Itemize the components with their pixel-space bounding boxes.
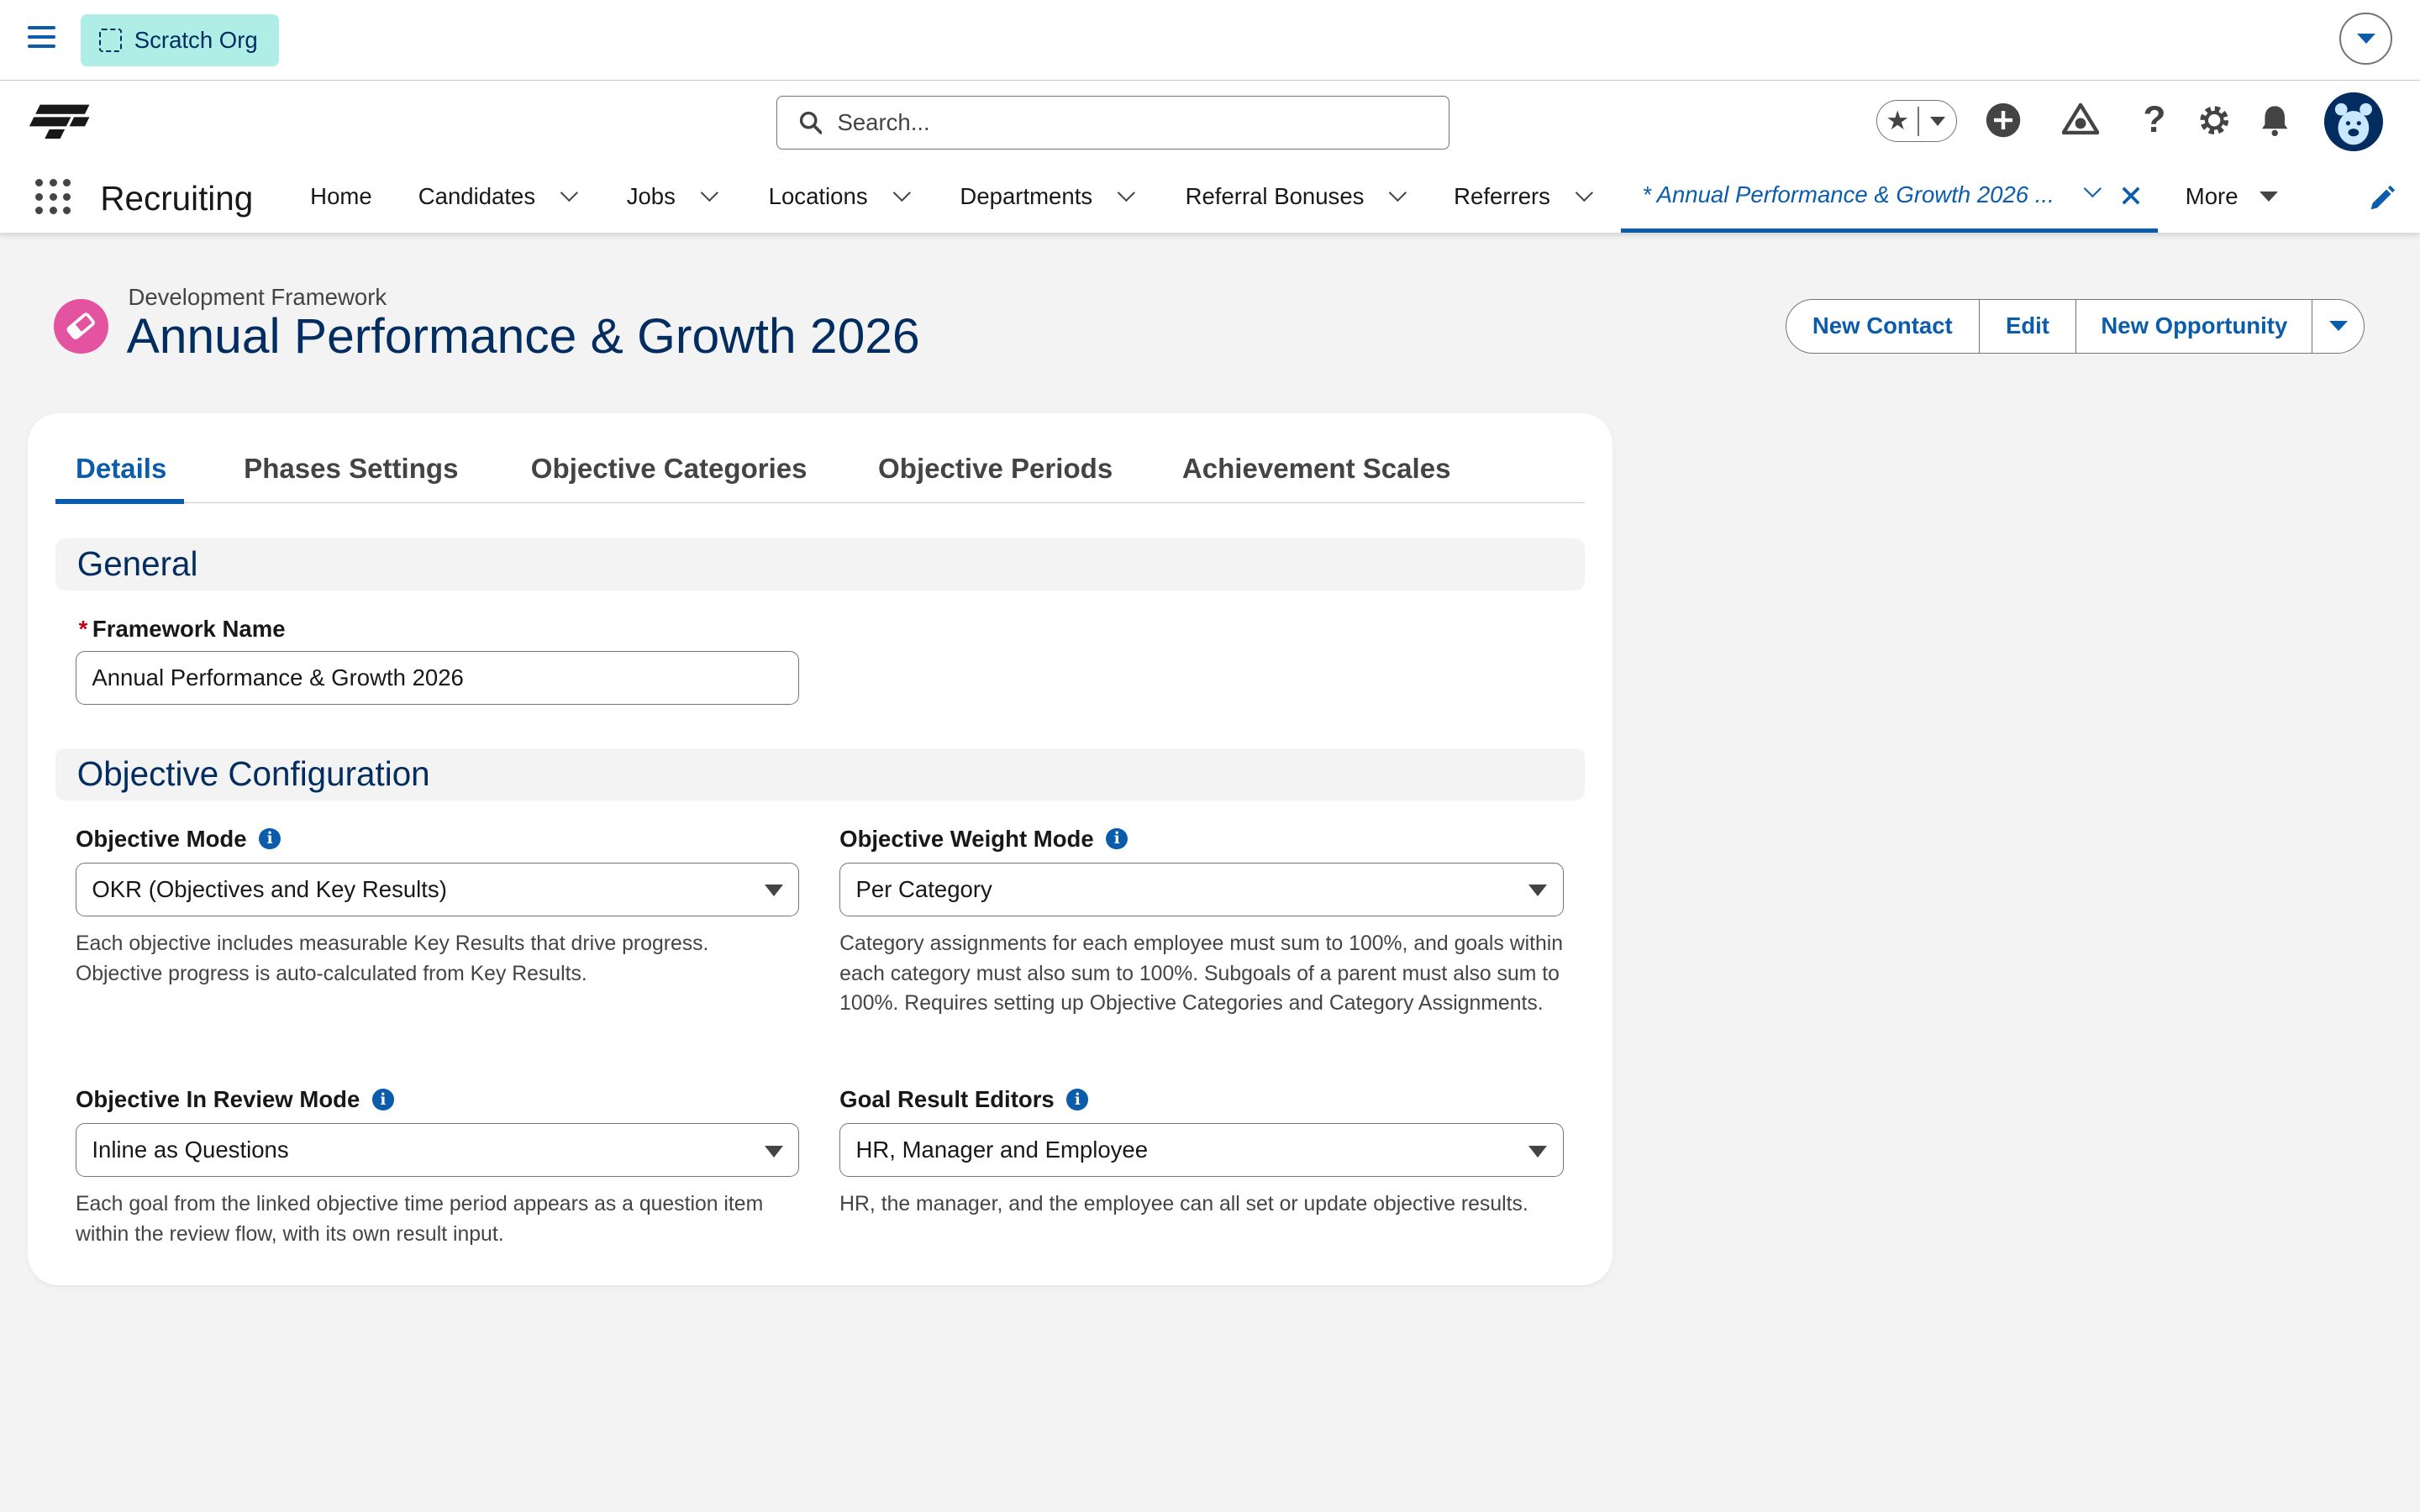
chevron-down-icon[interactable] (1575, 184, 1593, 202)
chevron-down-icon[interactable] (892, 184, 911, 202)
chevron-down-icon[interactable] (700, 184, 718, 202)
edit-button[interactable]: Edit (1980, 300, 2077, 353)
gear-icon[interactable] (2196, 102, 2233, 139)
goal-result-editors-help: HR, the manager, and the employee can al… (839, 1193, 1528, 1216)
favorites-menu-icon[interactable] (1919, 116, 1956, 126)
close-icon[interactable] (2122, 186, 2140, 205)
user-avatar[interactable] (2324, 92, 2383, 151)
framework-name-input[interactable]: Annual Performance & Growth 2026 (75, 651, 800, 706)
objective-review-mode-help: Each goal from the linked objective time… (75, 1193, 764, 1246)
nav-item-jobs[interactable]: Jobs (627, 160, 718, 233)
chevron-down-icon[interactable] (1118, 184, 1135, 202)
app-name: Recruiting (100, 179, 254, 218)
add-icon[interactable] (1985, 102, 2022, 139)
goal-result-editors-select[interactable]: HR, Manager and Employee (839, 1123, 1564, 1178)
active-tab-indicator (55, 499, 184, 504)
nav-item-candidates[interactable]: Candidates (418, 160, 578, 233)
tab-achievement-scales[interactable]: Achievement Scales (1182, 454, 1451, 486)
search-icon (799, 112, 823, 134)
org-badge[interactable]: Scratch Org (80, 13, 280, 66)
tab-objective-periods[interactable]: Objective Periods (878, 454, 1113, 486)
caret-down-icon (765, 885, 784, 896)
section-objective-configuration[interactable]: Objective Configuration (55, 748, 1586, 801)
record-title: Annual Performance & Growth 2026 (126, 309, 920, 365)
caret-down-icon (2260, 192, 2279, 202)
objective-review-mode-label: Objective In Review Mode i (76, 1086, 394, 1113)
caret-down-icon (1528, 1145, 1548, 1158)
objective-mode-help: Each objective includes measurable Key R… (75, 932, 709, 985)
info-icon[interactable]: i (1066, 1089, 1089, 1110)
global-utilities: ★ ? (1865, 81, 2420, 161)
app-launcher-icon[interactable] (35, 179, 72, 216)
objective-weight-mode-select[interactable]: Per Category (839, 862, 1564, 916)
nav-item-referral-bonuses[interactable]: Referral Bonuses (1186, 160, 1407, 233)
section-heading: Objective Configuration (76, 754, 430, 794)
record-type-icon (54, 299, 108, 354)
nav-tab-annual-performance[interactable]: * Annual Performance & Growth 2026 ... (1620, 160, 2158, 234)
nav-item-departments[interactable]: Departments (960, 160, 1135, 233)
section-heading: General (76, 544, 198, 584)
nav-item-locations[interactable]: Locations (769, 160, 911, 233)
trailhead-icon[interactable] (2061, 102, 2099, 139)
record-tabs: Details Phases Settings Objective Catego… (55, 441, 1586, 504)
help-icon[interactable]: ? (2136, 99, 2173, 140)
tab-phases-settings[interactable]: Phases Settings (244, 454, 458, 486)
record-detail-card: Details Phases Settings Objective Catego… (28, 413, 1613, 1285)
app-navigation: Recruiting Home Candidates Jobs Location… (0, 160, 2420, 234)
global-header: Search... ★ ? (0, 80, 2420, 161)
new-contact-button[interactable]: New Contact (1786, 300, 1980, 353)
menu-icon[interactable] (28, 26, 56, 54)
org-menu-button[interactable] (2339, 12, 2392, 66)
required-marker: * (78, 615, 88, 642)
selection-icon (98, 28, 123, 52)
caret-down-icon (765, 1145, 784, 1158)
app-logo-icon (29, 104, 90, 139)
notifications-icon[interactable] (2256, 102, 2293, 139)
tab-objective-categories[interactable]: Objective Categories (531, 454, 808, 486)
org-label: Scratch Org (134, 26, 258, 53)
tab-details[interactable]: Details (76, 454, 166, 486)
eraser-icon (66, 312, 96, 340)
nav-tab-label: * Annual Performance & Growth 2026 ... (1642, 181, 2054, 207)
objective-mode-select[interactable]: OKR (Objectives and Key Results) (75, 862, 800, 916)
goal-result-editors-label: Goal Result Editors i (839, 1086, 1089, 1113)
nav-item-referrers[interactable]: Referrers (1454, 160, 1593, 233)
objective-weight-mode-label: Objective Weight Mode i (839, 826, 1128, 853)
edit-nav-pencil-icon[interactable] (2368, 185, 2396, 213)
caret-down-icon (2328, 321, 2348, 331)
section-general[interactable]: General (55, 538, 1586, 591)
objective-review-mode-select[interactable]: Inline as Questions (75, 1123, 800, 1178)
record-actions: New Contact Edit New Opportunity (1786, 299, 2365, 354)
favorites-button[interactable]: ★ (1876, 100, 1957, 142)
global-top-bar: Scratch Org (0, 0, 2420, 81)
nav-more[interactable]: More (2186, 160, 2279, 233)
new-opportunity-button[interactable]: New Opportunity (2076, 300, 2313, 353)
objective-weight-mode-help: Category assignments for each employee m… (839, 932, 1564, 1016)
chevron-down-icon[interactable] (560, 184, 578, 202)
objective-mode-label: Objective Mode i (76, 826, 281, 853)
info-icon[interactable]: i (259, 827, 281, 850)
chevron-down-icon[interactable] (2084, 179, 2102, 197)
caret-down-icon (1528, 885, 1548, 896)
info-icon[interactable]: i (1106, 827, 1128, 850)
framework-name-label: * Framework Name (78, 615, 286, 642)
caret-down-icon (2356, 33, 2375, 44)
more-actions-button[interactable] (2312, 300, 2364, 352)
info-icon[interactable]: i (371, 1089, 394, 1110)
record-type-label: Development Framework (128, 283, 387, 310)
global-search-input[interactable]: Search... (776, 95, 1449, 150)
search-placeholder: Search... (837, 109, 930, 135)
star-icon[interactable]: ★ (1877, 106, 1918, 136)
nav-item-home[interactable]: Home (310, 160, 371, 233)
chevron-down-icon[interactable] (1389, 184, 1407, 202)
